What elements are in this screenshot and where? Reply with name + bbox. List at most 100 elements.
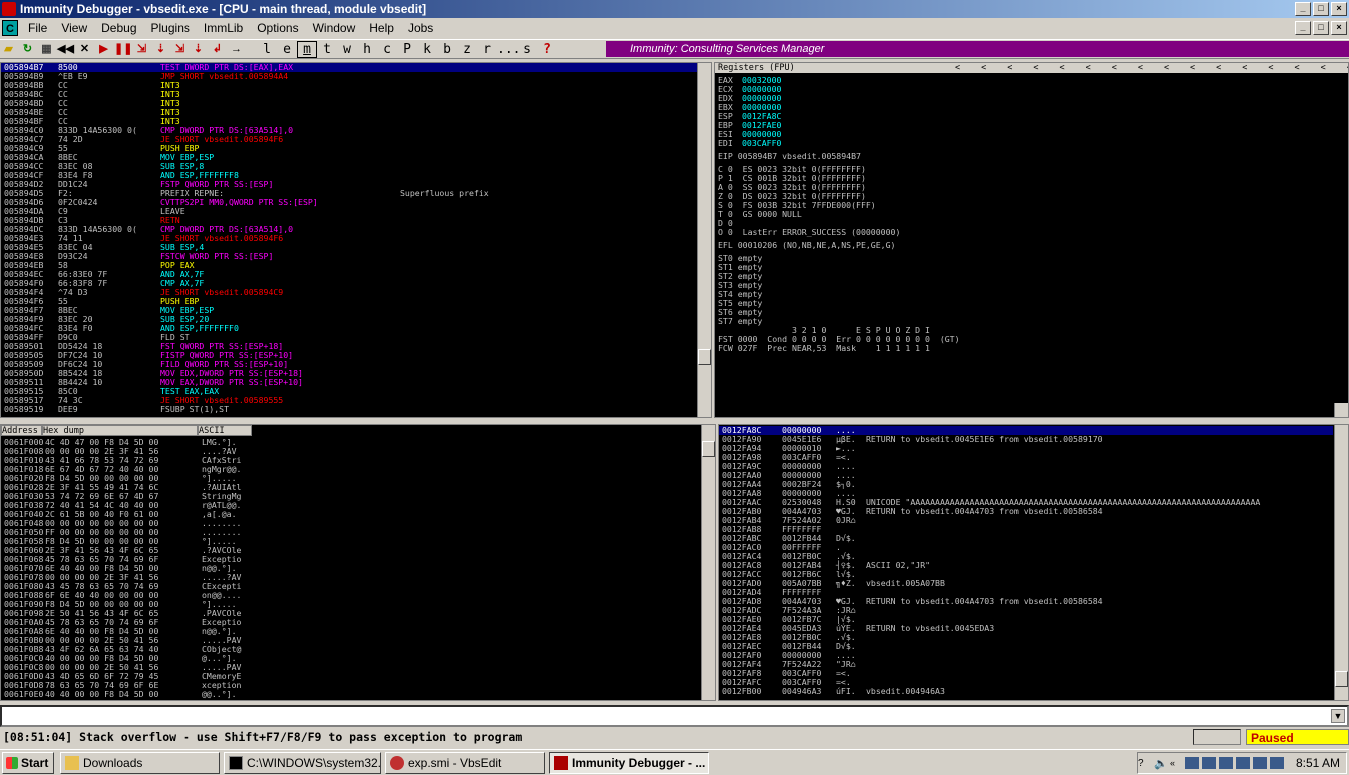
disasm-row[interactable]: 0058950D 8B5424 18 MOV EDX,DWORD PTR SS:[E… — [1, 369, 711, 378]
clock[interactable]: 8:51 AM — [1296, 756, 1340, 770]
rewind-icon[interactable]: ◀◀ — [57, 41, 74, 57]
network-icon[interactable] — [1219, 757, 1233, 769]
disasm-row[interactable]: 00589501 DD5424 18 FST QWORD PTR SS:[ESP+1… — [1, 342, 711, 351]
run-icon[interactable]: ▶ — [95, 41, 112, 57]
toolbar-cpu[interactable]: c — [377, 42, 397, 57]
disasm-row[interactable]: 005894BE CC INT3 — [1, 108, 711, 117]
tray-expand-icon[interactable]: « — [1170, 758, 1182, 768]
toolbar-patches[interactable]: P — [397, 42, 417, 57]
step-into-icon[interactable]: ⇲ — [133, 41, 150, 57]
goto-icon[interactable]: → — [228, 41, 245, 57]
menu-file[interactable]: File — [21, 21, 54, 35]
command-input[interactable]: ▼ — [0, 705, 1349, 727]
menu-help[interactable]: Help — [362, 21, 401, 35]
registers-scrollbar[interactable] — [1334, 403, 1348, 417]
disasm-row[interactable]: 005894FF D9C0 FLD ST — [1, 333, 711, 342]
toolbar-memory[interactable]: m — [297, 40, 317, 58]
disasm-row[interactable]: 005894F9 83EC 20 SUB ESP,20 — [1, 315, 711, 324]
disasm-row[interactable]: 005894EB 58 POP EAX — [1, 261, 711, 270]
menu-view[interactable]: View — [54, 21, 94, 35]
disasm-row[interactable]: 005894D5 F2: PREFIX REPNE: Superfluous pref… — [1, 189, 711, 198]
command-dropdown-icon[interactable]: ▼ — [1331, 709, 1345, 723]
stack-scrollbar[interactable] — [1334, 425, 1348, 700]
disasm-row[interactable]: 005894DC 833D 14A56300 0(CMP DWORD PTR DS… — [1, 225, 711, 234]
disasm-row[interactable]: 005894BB CC INT3 — [1, 81, 711, 90]
disasm-row[interactable]: 005894BC CC INT3 — [1, 90, 711, 99]
disasm-row[interactable]: 005894B9 ^EB E9 JMP SHORT vbsedit.005894A4 — [1, 72, 711, 81]
toolbar-log[interactable]: l — [257, 42, 277, 57]
toolbar-modules[interactable]: e — [277, 42, 297, 57]
open-icon[interactable]: ▰ — [0, 41, 17, 57]
hex-dump-pane[interactable]: Address Hex dump ASCII 0061F000 4C 4D 47 … — [0, 424, 716, 701]
network-icon[interactable] — [1270, 757, 1284, 769]
disassembly-scrollbar[interactable] — [697, 63, 711, 417]
disasm-row[interactable]: 00589509 DF6C24 10 FILD QWORD PTR SS:[ESP+… — [1, 360, 711, 369]
trace-into-icon[interactable]: ⇲ — [171, 41, 188, 57]
dump-header-address[interactable]: Address — [1, 425, 42, 436]
close-process-icon[interactable]: ✕ — [76, 41, 93, 57]
flag-row[interactable]: O 0 LastErr ERROR_SUCCESS (00000000) — [718, 228, 960, 237]
stack-pane[interactable]: 0012FA8C 00000000.... 0012FA90 0045E1E6 µβE.… — [718, 424, 1349, 701]
toolbar-runtrace[interactable]: ... — [497, 42, 520, 57]
volume-icon[interactable]: 🔈 — [1154, 757, 1170, 770]
toolbar-references[interactable]: r — [477, 42, 497, 57]
registers-title[interactable]: Registers (FPU)<<<<<<<<<<<<<<<<<< — [715, 63, 1348, 73]
toolbar-callstack[interactable]: k — [417, 42, 437, 57]
menu-window[interactable]: Window — [306, 21, 363, 35]
cpu-window-icon[interactable]: C — [2, 20, 18, 36]
disasm-row[interactable]: 005894F0 66:83F8 7F CMP AX,7F — [1, 279, 711, 288]
disasm-row[interactable]: 00589519 DEE9 FSUBP ST(1),ST — [1, 405, 711, 414]
flag-row[interactable]: T 0 GS 0000 NULL — [718, 210, 960, 219]
stack-row[interactable]: 0012FB00 004946A3 úFI. vbsedit.004946A3 — [719, 687, 1333, 696]
attach-icon[interactable]: ▦ — [38, 41, 55, 57]
pause-icon[interactable]: ❚❚ — [114, 41, 132, 57]
network-icon[interactable] — [1185, 757, 1199, 769]
mdi-minimize-button[interactable]: _ — [1295, 21, 1311, 35]
task-cmd[interactable]: C:\WINDOWS\system32... — [224, 751, 381, 774]
toolbar-breakpoints[interactable]: b — [437, 42, 457, 57]
disasm-row[interactable]: 005894B7 8500 TEST DWORD PTR DS:[EAX],EAX — [1, 63, 711, 72]
disasm-row[interactable]: 005894C0 833D 14A56300 0(CMP DWORD PTR DS… — [1, 126, 711, 135]
dump-header-hex[interactable]: Hex dump — [42, 425, 198, 436]
disasm-row[interactable]: 005894F4 ^74 D3 JE SHORT vbsedit.005894C9 — [1, 288, 711, 297]
disasm-row[interactable]: 005894F6 55 PUSH EBP — [1, 297, 711, 306]
disasm-row[interactable]: 005894DA C9 LEAVE — [1, 207, 711, 216]
disasm-row[interactable]: 005894CA 8BEC MOV EBP,ESP — [1, 153, 711, 162]
disasm-row[interactable]: 005894BD CC INT3 — [1, 99, 711, 108]
disasm-row[interactable]: 005894CF 83E4 F8 AND ESP,FFFFFFF8 — [1, 171, 711, 180]
maximize-button[interactable]: □ — [1313, 2, 1329, 16]
task-vbsedit[interactable]: exp.smi - VbsEdit — [385, 751, 545, 774]
toolbar-threads[interactable]: t — [317, 42, 337, 57]
toolbar-handles[interactable]: h — [357, 42, 377, 57]
consulting-banner[interactable]: Immunity: Consulting Services Manager — [606, 41, 1349, 57]
disasm-row[interactable]: 00589517 74 3C JE SHORT vbsedit.00589555 — [1, 396, 711, 405]
network-icon[interactable] — [1202, 757, 1216, 769]
menu-jobs[interactable]: Jobs — [401, 21, 440, 35]
menu-debug[interactable]: Debug — [94, 21, 143, 35]
disasm-row[interactable]: 005894D2 DD1C24 FSTP QWORD PTR SS:[ESP] — [1, 180, 711, 189]
dump-scrollbar[interactable] — [701, 425, 715, 700]
step-over-icon[interactable]: ⇣ — [152, 41, 169, 57]
disasm-row[interactable]: 005894CC 83EC 08 SUB ESP,8 — [1, 162, 711, 171]
mdi-restore-button[interactable]: □ — [1313, 21, 1329, 35]
eip-line[interactable]: EIP 005894B7 vbsedit.005894B7 — [718, 152, 960, 161]
efl-line[interactable]: EFL 00010206 (NO,NB,NE,A,NS,PE,GE,G) — [718, 241, 960, 250]
toolbar-windows[interactable]: w — [337, 42, 357, 57]
toolbar-source[interactable]: s — [517, 42, 537, 57]
start-button[interactable]: Start — [2, 751, 54, 774]
execute-till-return-icon[interactable]: ↲ — [209, 41, 226, 57]
toolbar-help[interactable]: ? — [537, 42, 557, 57]
restart-icon[interactable]: ↻ — [19, 41, 36, 57]
disasm-row[interactable]: 00589511 8B4424 10 MOV EAX,DWORD PTR SS:[E… — [1, 378, 711, 387]
disasm-row[interactable]: 005894C9 55 PUSH EBP — [1, 144, 711, 153]
mdi-close-button[interactable]: × — [1331, 21, 1347, 35]
disasm-row[interactable]: 005894E5 83EC 04 SUB ESP,4 — [1, 243, 711, 252]
disasm-row[interactable]: 005894C7 74 2D JE SHORT vbsedit.005894F6 — [1, 135, 711, 144]
menu-immlib[interactable]: ImmLib — [197, 21, 250, 35]
trace-over-icon[interactable]: ⇣ — [190, 41, 207, 57]
minimize-button[interactable]: _ — [1295, 2, 1311, 16]
task-downloads[interactable]: Downloads — [60, 751, 220, 774]
dump-header-ascii[interactable]: ASCII — [198, 425, 252, 436]
disasm-row[interactable]: 00589515 85C0 TEST EAX,EAX — [1, 387, 711, 396]
disasm-row[interactable]: 005894EC 66:83E0 7F AND AX,7F — [1, 270, 711, 279]
